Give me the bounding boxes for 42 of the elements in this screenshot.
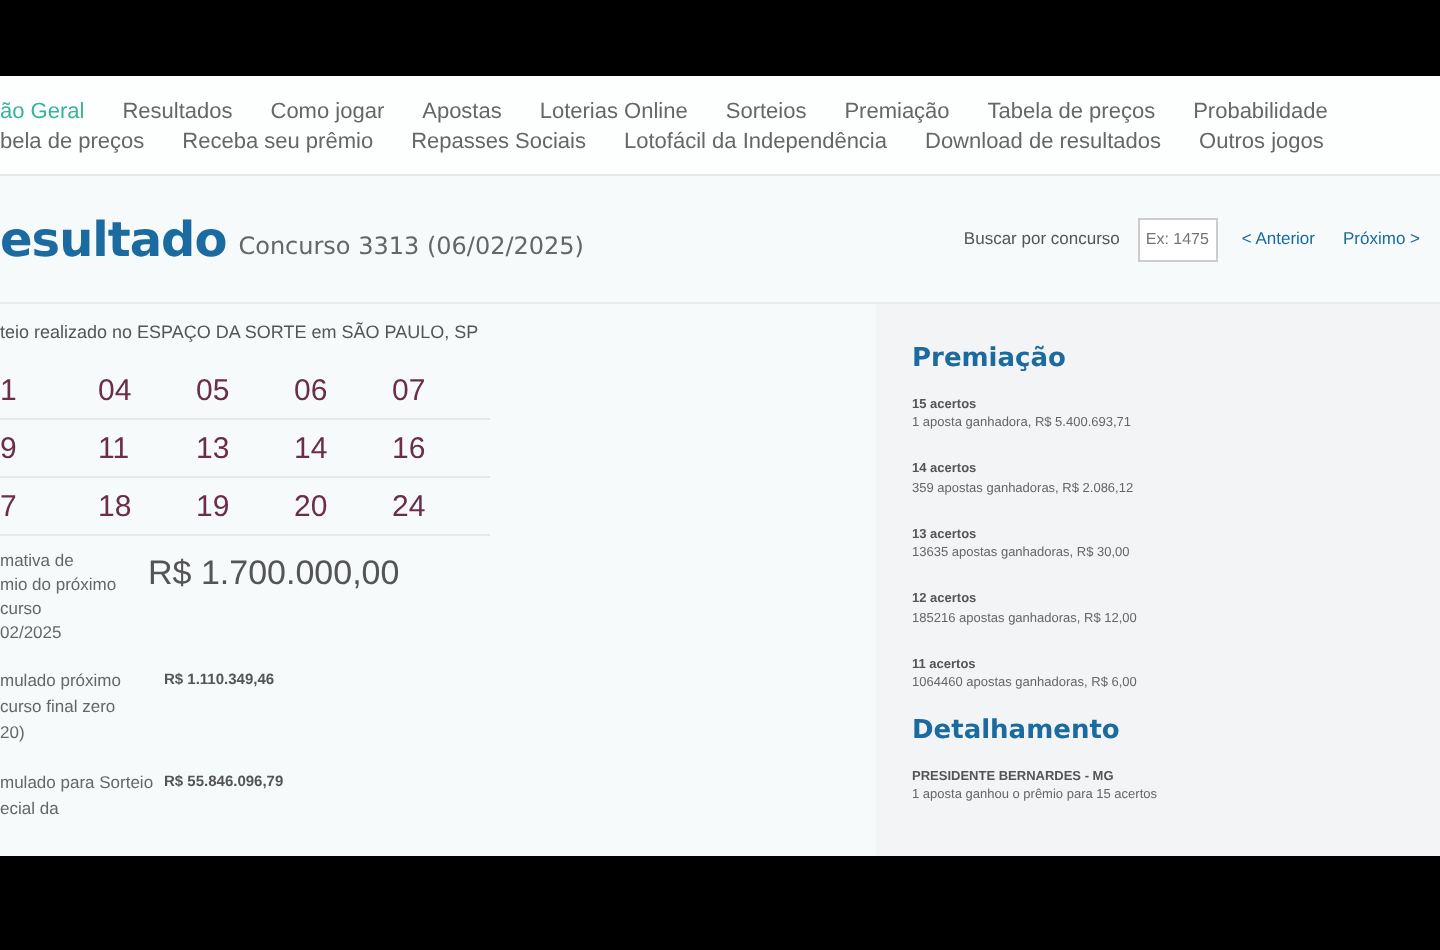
nav-link[interactable]: Resultados <box>122 98 233 128</box>
nav-link[interactable]: Apostas <box>422 98 502 128</box>
drawn-number: 05 <box>196 361 294 419</box>
search-label: Buscar por concurso <box>963 226 1120 252</box>
nav-link[interactable]: Lotofácil da Independência <box>624 128 887 158</box>
accumulated-label: mulado próximo curso final zero 20) <box>0 667 123 745</box>
drawn-number: 9 <box>0 419 98 477</box>
section-heading: Detalhamento <box>912 714 1122 750</box>
nav-link[interactable]: bela de preços <box>0 128 145 158</box>
nav-link[interactable]: Loterias Online <box>539 98 688 128</box>
drawn-number: 19 <box>196 477 294 535</box>
drawn-number: 04 <box>98 361 196 419</box>
drawn-number: 7 <box>0 477 98 535</box>
drawn-number: 24 <box>392 477 490 535</box>
search-field[interactable]: Ex: 1475 <box>1137 217 1218 261</box>
drawn-number: 16 <box>392 419 490 477</box>
drawn-number: 11 <box>98 419 196 477</box>
drawn-number: 06 <box>294 361 392 419</box>
drawn-number: 18 <box>98 477 196 535</box>
nav-link[interactable]: Probabilidade <box>1193 98 1328 128</box>
nav-link[interactable]: Repasses Sociais <box>411 128 586 158</box>
drawn-number: 20 <box>294 477 392 535</box>
nav-link[interactable]: Tabela de preços <box>987 98 1156 128</box>
accumulated-label: mulado para Sorteio ecial da <box>0 769 156 821</box>
nav-link[interactable]: Como jogar <box>270 98 385 128</box>
draw-location-text: teio realizado no ESPAÇO DA SORTE em SÃO PAULO, SP <box>0 320 481 346</box>
nav-link[interactable]: Sorteios <box>725 98 807 128</box>
nav-link[interactable]: Download de resultados <box>925 128 1162 158</box>
drawn-number: 14 <box>294 419 392 477</box>
estimate-value: R$ 1.700.000,00 <box>148 551 400 595</box>
previous-link[interactable]: < Anterior <box>1241 226 1315 252</box>
nav-link[interactable]: Outros jogos <box>1199 128 1324 158</box>
estimate-label: mativa de mio do próximo curso 02/2025 <box>0 547 119 643</box>
page-title: esultado <box>0 209 227 271</box>
drawn-number: 13 <box>196 419 294 477</box>
drawn-number: 1 <box>0 361 98 419</box>
section-heading: Premiação <box>912 342 1068 378</box>
next-link[interactable]: Próximo > <box>1343 226 1420 252</box>
contest-subtitle: Concurso 3313 (06/02/2025) <box>238 229 584 263</box>
drawn-number: 07 <box>392 361 490 419</box>
nav-link[interactable]: Premiação <box>844 98 950 128</box>
nav-link[interactable]: Receba seu prêmio <box>182 128 374 158</box>
